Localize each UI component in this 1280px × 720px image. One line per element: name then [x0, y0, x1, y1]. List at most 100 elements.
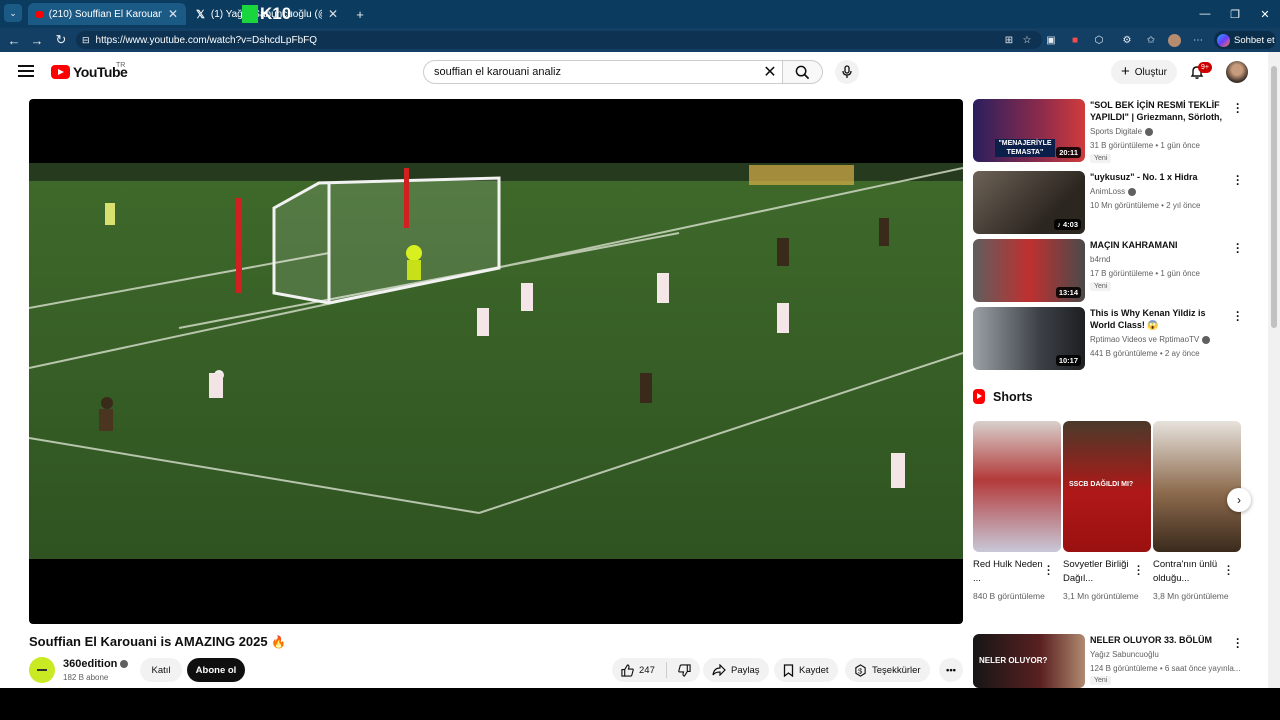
more-options-icon[interactable]: · · · [1235, 633, 1241, 653]
extension-red-icon[interactable]: ■ [1068, 33, 1082, 47]
short-title[interactable]: Contra'nın ünlü olduğu... [1153, 558, 1225, 586]
video-title[interactable]: "SOL BEK İÇİN RESMİ TEKLİF YAPILDI" | Gr… [1090, 99, 1230, 123]
video-thumbnail[interactable]: NELER OLUYOR? [973, 634, 1085, 688]
create-button[interactable]: + Oluştur [1111, 60, 1177, 84]
channel-name[interactable]: Sports Digitale [1090, 127, 1154, 136]
menu-icon[interactable] [18, 65, 34, 79]
duration-badge: 20:11 [1056, 147, 1081, 158]
search-input[interactable]: souffian el karouani analiz [423, 60, 783, 84]
short-thumbnail[interactable] [973, 421, 1061, 552]
x-favicon-icon: 𝕏 [196, 8, 205, 21]
video-thumbnail[interactable]: "MENAJERİYLE TEMASTA" 20:11 [973, 99, 1085, 162]
video-title: Souffian El Karouani is AMAZING 2025 🔥 [29, 634, 287, 649]
video-title[interactable]: MAÇIN KAHRAMANI [1090, 239, 1230, 251]
thanks-button[interactable]: $ Teşekkürler [845, 658, 930, 682]
reload-icon[interactable]: ↻ [51, 30, 71, 50]
new-badge: Yeni [1090, 282, 1112, 291]
address-bar[interactable]: ⊟ https://www.youtube.com/watch?v=DshcdL… [76, 31, 1042, 49]
save-button[interactable]: Kaydet [774, 658, 838, 682]
video-meta: 441 B görüntüleme • 2 ay önce [1090, 349, 1200, 358]
channel-name[interactable]: Yağız Sabuncuoğlu [1090, 650, 1159, 659]
video-thumbnail[interactable]: ♪ 4:03 [973, 171, 1085, 234]
more-options-icon[interactable]: · · · [1235, 306, 1241, 326]
dislike-thumb-icon[interactable] [678, 663, 691, 677]
account-avatar[interactable] [1226, 61, 1248, 83]
favorite-star-icon[interactable]: ☆ [1020, 33, 1034, 47]
video-title[interactable]: NELER OLUYOR 33. BÖLÜM [1090, 634, 1230, 646]
more-menu-icon[interactable]: ⋯ [1191, 33, 1205, 47]
recommended-video[interactable]: 10:17 This is Why Kenan Yildiz is World … [973, 306, 1243, 371]
youtube-play-icon [51, 65, 70, 79]
tab-close-icon[interactable]: ✕ [168, 7, 178, 21]
share-button[interactable]: Paylaş [703, 658, 769, 682]
video-meta: 17 B görüntüleme • 1 gün önce [1090, 269, 1200, 278]
search-icon [795, 65, 810, 79]
short-title[interactable]: Red Hulk Neden ... [973, 558, 1045, 586]
recommended-video[interactable]: ♪ 4:03 "uykusuz" - No. 1 x Hidra AnimLos… [973, 170, 1243, 235]
short-card[interactable]: Red Hulk Neden ... 840 B görüntüleme · · · [973, 421, 1061, 604]
more-options-icon[interactable]: · · · [1235, 238, 1241, 258]
video-thumbnail[interactable]: 13:14 [973, 239, 1085, 302]
svg-text:$: $ [858, 666, 862, 675]
profile-icon[interactable] [1167, 33, 1181, 47]
video-title[interactable]: This is Why Kenan Yildiz is World Class!… [1090, 307, 1230, 331]
more-options-icon[interactable]: · · · [1137, 562, 1141, 581]
thanks-dollar-icon: $ [855, 663, 866, 677]
puzzle-icon[interactable]: ⬡ [1092, 33, 1106, 47]
browser-tab-bar: ⌄ (210) Souffian El Karouani is AMA ✕ 𝕏 … [0, 0, 1280, 28]
window-close-icon[interactable]: ✕ [1248, 0, 1280, 28]
channel-name[interactable]: Rptimao Videos ve RptimaoTV [1090, 335, 1211, 344]
youtube-header: YouTube TR souffian el karouani analiz ✕… [0, 52, 1268, 92]
short-thumbnail[interactable] [1153, 421, 1241, 552]
video-player[interactable] [29, 99, 963, 624]
voice-search-button[interactable] [835, 60, 859, 84]
search-query: souffian el karouani analiz [434, 66, 561, 78]
channel-avatar[interactable] [29, 657, 55, 683]
short-card[interactable]: SSCB DAĞILDI MI? Sovyetler Birliği Dağıl… [1063, 421, 1151, 604]
short-thumbnail[interactable]: SSCB DAĞILDI MI? [1063, 421, 1151, 552]
new-tab-button[interactable]: + [350, 4, 370, 24]
split-screen-icon[interactable]: ⚙ [1120, 33, 1134, 47]
tab-list-chevron-icon[interactable]: ⌄ [4, 4, 22, 22]
recommended-video[interactable]: "MENAJERİYLE TEMASTA" 20:11 "SOL BEK İÇİ… [973, 98, 1243, 163]
extension-icon[interactable]: ▣ [1044, 33, 1058, 47]
channel-name[interactable]: b4rnd [1090, 255, 1110, 264]
thumb-caption: SSCB DAĞILDI MI? [1069, 481, 1134, 488]
clear-search-icon[interactable]: ✕ [760, 62, 780, 82]
favorites-icon[interactable]: ✩ [1144, 33, 1158, 47]
fire-emoji-icon: 🔥 [271, 635, 287, 649]
tab-youtube[interactable]: (210) Souffian El Karouani is AMA ✕ [28, 3, 186, 25]
minimize-icon[interactable]: — [1188, 0, 1222, 28]
recommended-video[interactable]: NELER OLUYOR? NELER OLUYOR 33. BÖLÜM Yağ… [973, 633, 1243, 688]
shorts-next-arrow-icon[interactable]: › [1227, 488, 1251, 512]
forward-arrow-icon[interactable]: → [27, 30, 47, 50]
video-thumbnail[interactable]: 10:17 [973, 307, 1085, 370]
short-title[interactable]: Sovyetler Birliği Dağıl... [1063, 558, 1135, 586]
more-options-icon[interactable]: · · · [1227, 562, 1231, 581]
page-scrollbar[interactable] [1268, 52, 1280, 688]
shorts-logo-icon [973, 389, 985, 404]
channel-name[interactable]: AnimLoss [1090, 187, 1137, 196]
more-options-icon[interactable]: · · · [1235, 170, 1241, 190]
copilot-chat-button[interactable]: Sohbet et [1214, 31, 1276, 49]
verified-check-icon [120, 660, 129, 669]
short-card[interactable]: Contra'nın ünlü olduğu... 3,8 Mn görüntü… [1153, 421, 1241, 604]
maximize-icon[interactable]: ❐ [1218, 0, 1252, 28]
duration-badge: 13:14 [1055, 287, 1081, 298]
more-actions-button[interactable]: ••• [939, 658, 963, 682]
back-arrow-icon[interactable]: ← [4, 30, 24, 50]
site-info-icon[interactable]: ⊟ [82, 35, 90, 46]
like-thumb-icon[interactable] [621, 663, 634, 677]
more-options-icon[interactable]: · · · [1235, 98, 1241, 118]
recommended-video[interactable]: 13:14 MAÇIN KAHRAMANI b4rnd 17 B görüntü… [973, 238, 1243, 303]
reader-view-icon[interactable]: ⊞ [1002, 33, 1016, 47]
scrollbar-thumb[interactable] [1271, 66, 1277, 328]
video-title[interactable]: "uykusuz" - No. 1 x Hidra [1090, 171, 1230, 183]
like-dislike-group: 247 [612, 658, 700, 682]
join-button[interactable]: Katıl [140, 658, 182, 682]
search-button[interactable] [783, 60, 823, 84]
more-options-icon[interactable]: · · · [1047, 562, 1051, 581]
channel-name[interactable]: 360edition [63, 658, 129, 670]
subscribe-button[interactable]: Abone ol [187, 658, 245, 682]
tab-close-icon[interactable]: ✕ [328, 7, 338, 21]
